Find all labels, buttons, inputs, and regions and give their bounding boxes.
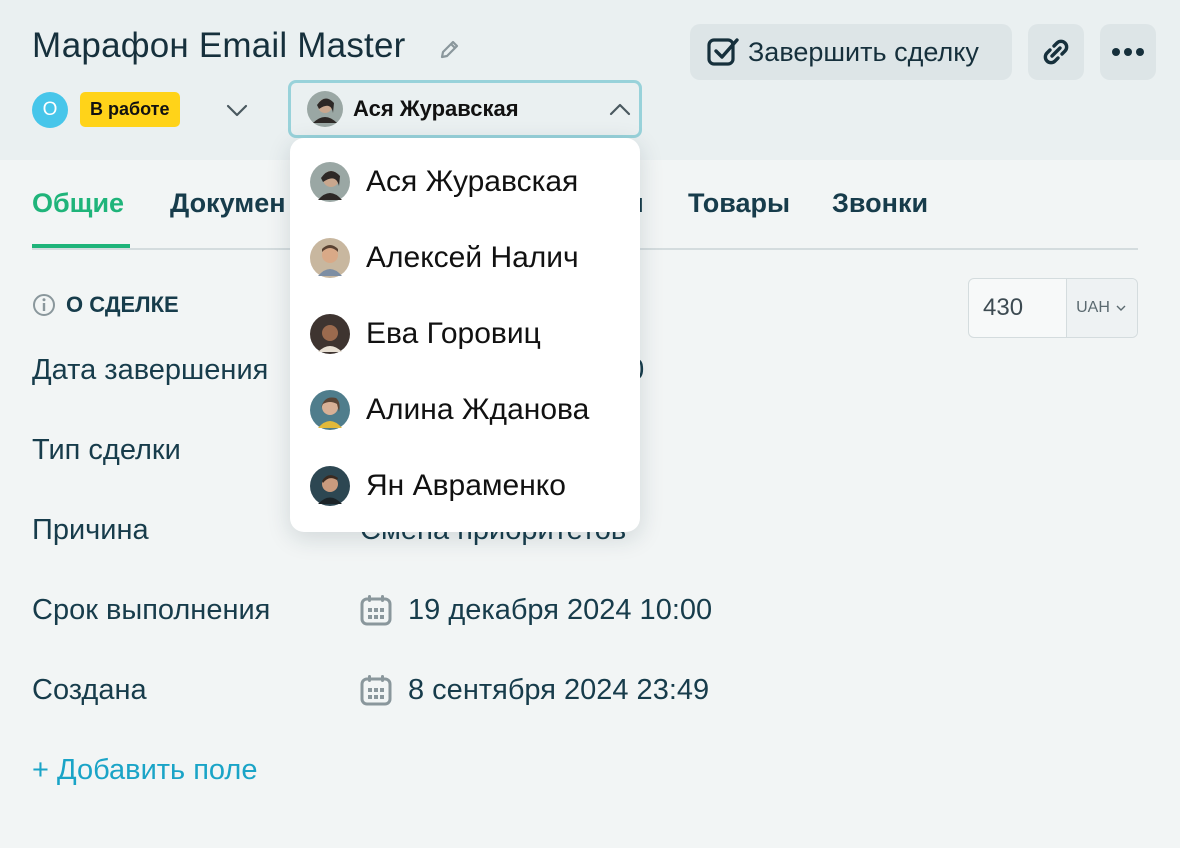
add-field-link[interactable]: + Добавить поле: [32, 754, 257, 787]
field-value-created: 8 сентября 2024 23:49: [408, 674, 710, 706]
tab-calls[interactable]: Звонки: [832, 188, 928, 219]
active-tab-indicator: [32, 244, 130, 248]
section-header: О СДЕЛКЕ: [32, 292, 179, 318]
pencil-icon[interactable]: [438, 37, 462, 61]
complete-deal-label: Завершить сделку: [748, 36, 979, 67]
option-name: Ева Горовиц: [366, 317, 541, 350]
user-avatar-icon: [310, 162, 350, 202]
option-name: Ян Авраменко: [366, 469, 566, 502]
tab-products[interactable]: Товары: [688, 188, 790, 219]
dropdown-option[interactable]: Ева Горовиц: [310, 312, 541, 356]
deal-title: Марафон Email Master: [32, 26, 406, 65]
amount-field: 430 UAH: [968, 278, 1138, 338]
section-title: О СДЕЛКЕ: [66, 292, 179, 317]
user-avatar-icon: [310, 314, 350, 354]
status-badge[interactable]: В работе: [80, 92, 180, 127]
complete-deal-button[interactable]: Завершить сделку: [690, 24, 1012, 80]
calendar-icon: [360, 595, 392, 626]
field-value-due-date[interactable]: 19 декабря 2024 10:00: [408, 594, 712, 627]
dropdown-option[interactable]: Ася Журавская: [310, 160, 578, 204]
assignee-dropdown: Ася Журавская Алексей Налич Ева Горовиц …: [290, 138, 640, 532]
assignee-avatar-icon: [307, 91, 343, 127]
amount-input[interactable]: 430: [969, 279, 1067, 337]
field-label-deal-type: Тип сделки: [32, 434, 181, 466]
calendar-icon: [360, 675, 392, 706]
currency-label: UAH: [1076, 299, 1110, 316]
option-name: Алексей Налич: [366, 241, 579, 274]
option-name: Ася Журавская: [366, 165, 579, 198]
field-label-close-date: Дата завершения: [32, 354, 269, 386]
info-icon: [33, 294, 55, 316]
dropdown-option[interactable]: Ян Авраменко: [310, 464, 566, 508]
option-name: Алина Жданова: [366, 393, 590, 426]
dropdown-option[interactable]: Алина Жданова: [310, 388, 589, 432]
tab-general[interactable]: Общие: [32, 188, 124, 219]
currency-select[interactable]: UAH: [1067, 279, 1137, 337]
owner-avatar[interactable]: O: [32, 92, 68, 128]
tab-documents[interactable]: Докумен: [170, 188, 286, 219]
link-button[interactable]: [1028, 24, 1084, 80]
dropdown-option[interactable]: Алексей Налич: [310, 236, 579, 280]
link-icon: [1043, 39, 1069, 65]
user-avatar-icon: [310, 390, 350, 430]
check-square-icon: [707, 38, 739, 66]
user-avatar-icon: [310, 466, 350, 506]
more-button[interactable]: [1100, 24, 1156, 80]
assignee-name: Ася Журавская: [353, 96, 519, 121]
chevron-down-icon[interactable]: [224, 97, 250, 123]
more-dots-icon: [1112, 48, 1144, 56]
assignee-select[interactable]: Ася Журавская: [288, 80, 642, 138]
field-label-created: Создана: [32, 674, 147, 706]
chevron-down-icon: [1116, 305, 1126, 311]
chevron-up-icon: [609, 103, 631, 116]
field-label-reason: Причина: [32, 514, 149, 546]
field-label-due-date: Срок выполнения: [32, 594, 271, 626]
user-avatar-icon: [310, 238, 350, 278]
